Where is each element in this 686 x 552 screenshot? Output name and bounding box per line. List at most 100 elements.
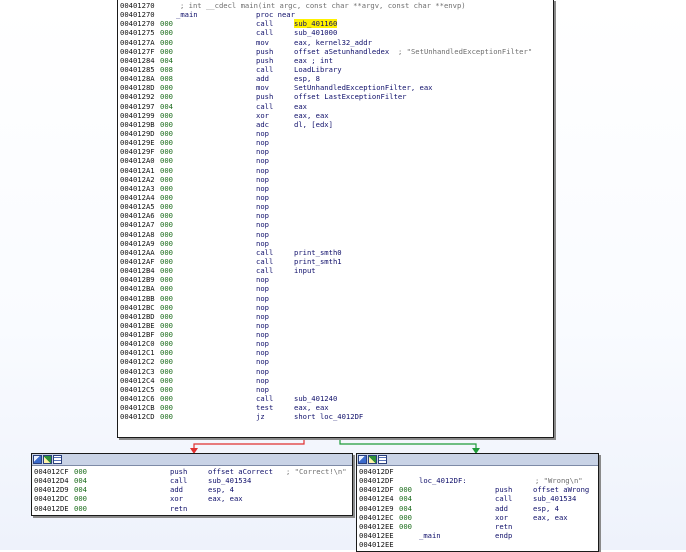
- image-icon[interactable]: [368, 455, 377, 464]
- code-line[interactable]: 00401299 000 xor eax, eax: [120, 111, 550, 120]
- operand[interactable]: esp, 4: [533, 504, 559, 513]
- code-line[interactable]: 00401297 004 call eax: [120, 102, 550, 111]
- code-line[interactable]: 004012EE 000 retn: [359, 522, 595, 531]
- code-line[interactable]: 004012CD 000 jz short loc_4012DF: [120, 412, 550, 421]
- code-line[interactable]: 004012DF loc_4012DF: ; "Wrong\n": [359, 476, 595, 485]
- code-line[interactable]: 004012AA 000 call print_smth0: [120, 248, 550, 257]
- operand[interactable]: offset aWrong: [533, 485, 589, 494]
- code-line[interactable]: 0040128D 000 mov SetUnhandledExceptionFilte…: [120, 83, 550, 92]
- operand[interactable]: dl, [edx]: [294, 120, 333, 129]
- code-line[interactable]: 0040129D 000 nop: [120, 129, 550, 138]
- code-line[interactable]: 004012EC 000 xor eax, eax: [359, 513, 595, 522]
- operand[interactable]: eax, eax: [208, 494, 243, 503]
- code-line[interactable]: 004012AF 000 call print_smth1: [120, 257, 550, 266]
- code-line[interactable]: 00401292 000 push offset LastExceptionFilte…: [120, 92, 550, 101]
- graph-view-icon[interactable]: [358, 455, 367, 464]
- code-line[interactable]: 004012C2 000 nop: [120, 357, 550, 366]
- operand[interactable]: sub_401160: [294, 19, 338, 29]
- code-line[interactable]: 00401270 _main proc near: [120, 10, 550, 19]
- operand[interactable]: eax, kernel32_addr: [294, 38, 372, 47]
- operand[interactable]: SetUnhandledExceptionFilter, eax: [294, 83, 432, 92]
- code-line[interactable]: 00401275 000 call sub_401000: [120, 28, 550, 37]
- code-line[interactable]: 004012CF 000 push offset aCorrect ; "Correct…: [34, 467, 349, 476]
- code-line[interactable]: 004012DF: [359, 467, 595, 476]
- operand[interactable]: sub_401000: [294, 28, 337, 37]
- operand[interactable]: esp, 8: [294, 74, 320, 83]
- code-line[interactable]: 0040128A 008 add esp, 8: [120, 74, 550, 83]
- code-line[interactable]: 004012C5 000 nop: [120, 385, 550, 394]
- operand[interactable]: sub_401534: [533, 494, 576, 503]
- code-line[interactable]: 004012BC 000 nop: [120, 303, 550, 312]
- code-line[interactable]: 00401285 008 call LoadLibrary: [120, 65, 550, 74]
- graph-view-icon[interactable]: [33, 455, 42, 464]
- code-line[interactable]: 004012C6 000 call sub_401240: [120, 394, 550, 403]
- code-line[interactable]: 004012D9 004 add esp, 4: [34, 485, 349, 494]
- ida-graph-view[interactable]: 00401270 ; int __cdecl main(int argc, con…: [0, 0, 686, 552]
- code-line[interactable]: 004012DE 000 retn: [34, 504, 349, 513]
- code-line[interactable]: 004012C1 000 nop: [120, 348, 550, 357]
- text-view-icon[interactable]: [378, 455, 387, 464]
- code-line[interactable]: 004012A7 000 nop: [120, 220, 550, 229]
- code-line[interactable]: 004012C4 000 nop: [120, 376, 550, 385]
- code-line[interactable]: 00401270 ; int __cdecl main(int argc, con…: [120, 1, 550, 10]
- code-line[interactable]: 004012C3 000 nop: [120, 367, 550, 376]
- code-line[interactable]: 004012A5 000 nop: [120, 202, 550, 211]
- code-line[interactable]: 004012A8 000 nop: [120, 230, 550, 239]
- correct-code-block[interactable]: 004012CF 000 push offset aCorrect ; "Correct…: [31, 453, 353, 516]
- code-line[interactable]: 004012DF 000 push offset aWrong: [359, 485, 595, 494]
- comment: ; "SetUnhandledExceptionFilter": [398, 46, 533, 56]
- operand[interactable]: eax, eax: [294, 111, 329, 120]
- code-line[interactable]: 004012E9 004 add esp, 4: [359, 504, 595, 513]
- code-line[interactable]: 004012BE 000 nop: [120, 321, 550, 330]
- code-line[interactable]: 004012A9 000 nop: [120, 239, 550, 248]
- code-line[interactable]: 004012BA 000 nop: [120, 284, 550, 293]
- operand[interactable]: sub_401240: [294, 394, 337, 403]
- code-line[interactable]: 0040129B 000 adc dl, [edx]: [120, 120, 550, 129]
- code-line[interactable]: 0040129F 000 nop: [120, 147, 550, 156]
- code-line[interactable]: 004012A1 000 nop: [120, 166, 550, 175]
- address: 004012CD: [120, 412, 155, 422]
- operand[interactable]: offset aCorrect: [208, 467, 273, 476]
- wrong-code-block[interactable]: 004012DF 004012DF loc_4012DF:; "Wrong\n" 00…: [356, 453, 599, 552]
- code-line[interactable]: 00401284 004 push eax ; int: [120, 56, 550, 65]
- code-line[interactable]: 004012E4 004 call sub_401534: [359, 494, 595, 503]
- operand[interactable]: short loc_4012DF: [294, 412, 363, 421]
- main-code-block[interactable]: 00401270 ; int __cdecl main(int argc, con…: [117, 0, 554, 438]
- code-line[interactable]: 00401270 000 call sub_401160: [120, 19, 550, 29]
- text-view-icon[interactable]: [53, 455, 62, 464]
- code-line[interactable]: 004012BF 000 nop: [120, 330, 550, 339]
- operand[interactable]: eax: [294, 102, 307, 111]
- operand[interactable]: eax, eax: [294, 403, 329, 412]
- operand[interactable]: input: [294, 266, 316, 275]
- stack-pointer-delta: 004: [399, 503, 412, 513]
- operand[interactable]: eax, eax: [533, 513, 568, 522]
- image-icon[interactable]: [43, 455, 52, 464]
- code-line[interactable]: 004012EE _main endp: [359, 531, 595, 540]
- code-line[interactable]: 004012CB 000 test eax, eax: [120, 403, 550, 412]
- code-line[interactable]: 004012B9 000 nop: [120, 275, 550, 284]
- code-line[interactable]: 004012EE: [359, 540, 595, 549]
- operand[interactable]: offset aSetunhandledex: [294, 47, 389, 56]
- address: 004012AA: [120, 247, 155, 257]
- code-line[interactable]: 004012C0 000 nop: [120, 339, 550, 348]
- code-line[interactable]: 004012BB 000 nop: [120, 294, 550, 303]
- operand[interactable]: eax ; int: [294, 56, 333, 65]
- operand[interactable]: esp, 4: [208, 485, 234, 494]
- code-line[interactable]: 004012A6 000 nop: [120, 211, 550, 220]
- code-line[interactable]: 004012BD 000 nop: [120, 312, 550, 321]
- operand[interactable]: print_smth0: [294, 248, 342, 257]
- code-line[interactable]: 0040127F 000 push offset aSetunhandledex ; "…: [120, 47, 550, 56]
- code-line[interactable]: 004012A2 000 nop: [120, 175, 550, 184]
- operand[interactable]: sub_401534: [208, 476, 251, 485]
- operand[interactable]: LoadLibrary: [294, 65, 342, 74]
- code-line[interactable]: 004012A3 000 nop: [120, 184, 550, 193]
- code-line[interactable]: 0040127A 000 mov eax, kernel32_addr: [120, 38, 550, 47]
- operand[interactable]: offset LastExceptionFilter: [294, 92, 407, 101]
- code-line[interactable]: 004012B4 000 call input: [120, 266, 550, 275]
- code-line[interactable]: 004012D4 004 call sub_401534: [34, 476, 349, 485]
- code-line[interactable]: 004012DC 000 xor eax, eax: [34, 494, 349, 503]
- code-line[interactable]: 004012A0 000 nop: [120, 156, 550, 165]
- code-line[interactable]: 004012A4 000 nop: [120, 193, 550, 202]
- operand[interactable]: print_smth1: [294, 257, 342, 266]
- code-line[interactable]: 0040129E 000 nop: [120, 138, 550, 147]
